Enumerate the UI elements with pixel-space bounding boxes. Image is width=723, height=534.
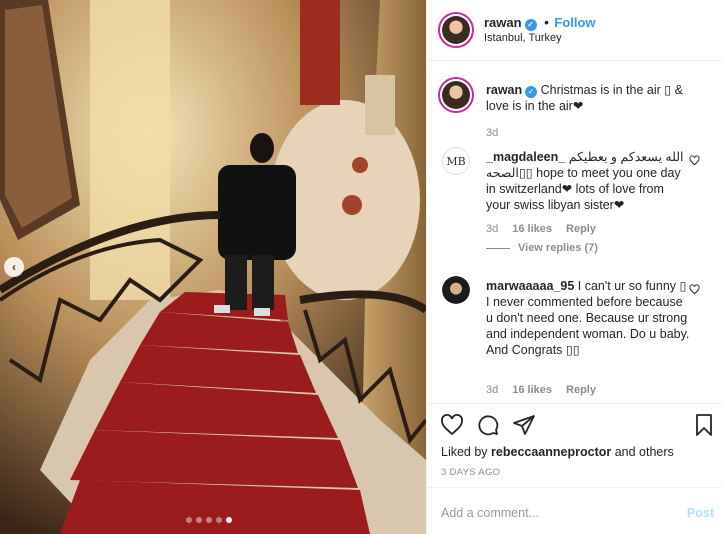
carousel-dot [186,517,192,523]
comment-time[interactable]: 3d [486,384,498,396]
carousel-dot [216,517,222,523]
carousel-dot-active [226,517,232,523]
view-replies-label: View replies (7) [518,242,598,254]
comment-meta: 3d 16 likes Reply [486,384,596,396]
liked-by-user[interactable]: rebeccaanneproctor [491,445,611,459]
carousel-dot [196,517,202,523]
caption-time[interactable]: 3d [486,127,498,139]
verified-icon: ✓ [525,86,538,98]
add-comment-bar: Add a comment... Post [427,487,723,534]
comment-username[interactable]: _magdaleen_ [486,150,565,164]
post-photo[interactable]: ‹ [0,0,426,534]
follow-button[interactable]: Follow [554,15,595,30]
comment-meta: 3d 16 likes Reply [486,223,596,235]
share-icon[interactable] [512,413,536,437]
reply-button[interactable]: Reply [566,384,596,396]
staircase-photo [0,0,426,534]
comment-avatar[interactable] [442,276,470,304]
post-time[interactable]: 3 DAYS AGO [441,467,500,478]
verified-icon: ✓ [524,19,537,31]
header-username[interactable]: rawan [484,15,522,30]
heart-icon[interactable] [689,155,700,166]
avatar[interactable] [438,12,474,48]
comments-list[interactable]: rawan ✓ Christmas is in the air ▯ & love … [427,61,723,403]
comment-time[interactable]: 3d [486,223,498,235]
post-actions: Liked by rebeccaanneproctor and others 3… [427,403,723,487]
comment-likes[interactable]: 16 likes [512,223,552,235]
heart-icon[interactable] [689,284,700,295]
chevron-left-icon: ‹ [12,260,16,274]
caption-meta: 3d [486,127,498,139]
liked-by-prefix: Liked by [441,445,488,459]
carousel-dot [206,517,212,523]
carousel-dots [186,517,232,523]
bookmark-icon[interactable] [692,413,716,437]
post-header: rawan ✓ • Follow Istanbul, Turkey [427,0,723,61]
comment-avatar[interactable]: MB [442,147,470,175]
caption-username[interactable]: rawan [486,83,522,97]
comment-username[interactable]: marwaaaaa_95 [486,279,574,293]
caption-avatar[interactable] [438,77,474,113]
reply-button[interactable]: Reply [566,223,596,235]
add-comment-input[interactable]: Add a comment... [441,506,539,520]
liked-by: Liked by rebeccaanneproctor and others [441,445,674,459]
comment-icon[interactable] [476,413,500,437]
replies-divider [486,247,510,249]
view-replies-button[interactable]: View replies (7) [486,242,598,254]
comment-likes[interactable]: 16 likes [512,384,552,396]
heart-icon[interactable] [440,413,464,437]
post-side-panel: rawan ✓ • Follow Istanbul, Turkey rawan ✓ … [426,0,723,534]
carousel-prev-button[interactable]: ‹ [4,257,24,277]
post-comment-button[interactable]: Post [687,506,714,520]
location-link[interactable]: Istanbul, Turkey [484,32,562,44]
liked-by-others[interactable]: and others [615,445,674,459]
header-bullet: • [544,15,549,30]
